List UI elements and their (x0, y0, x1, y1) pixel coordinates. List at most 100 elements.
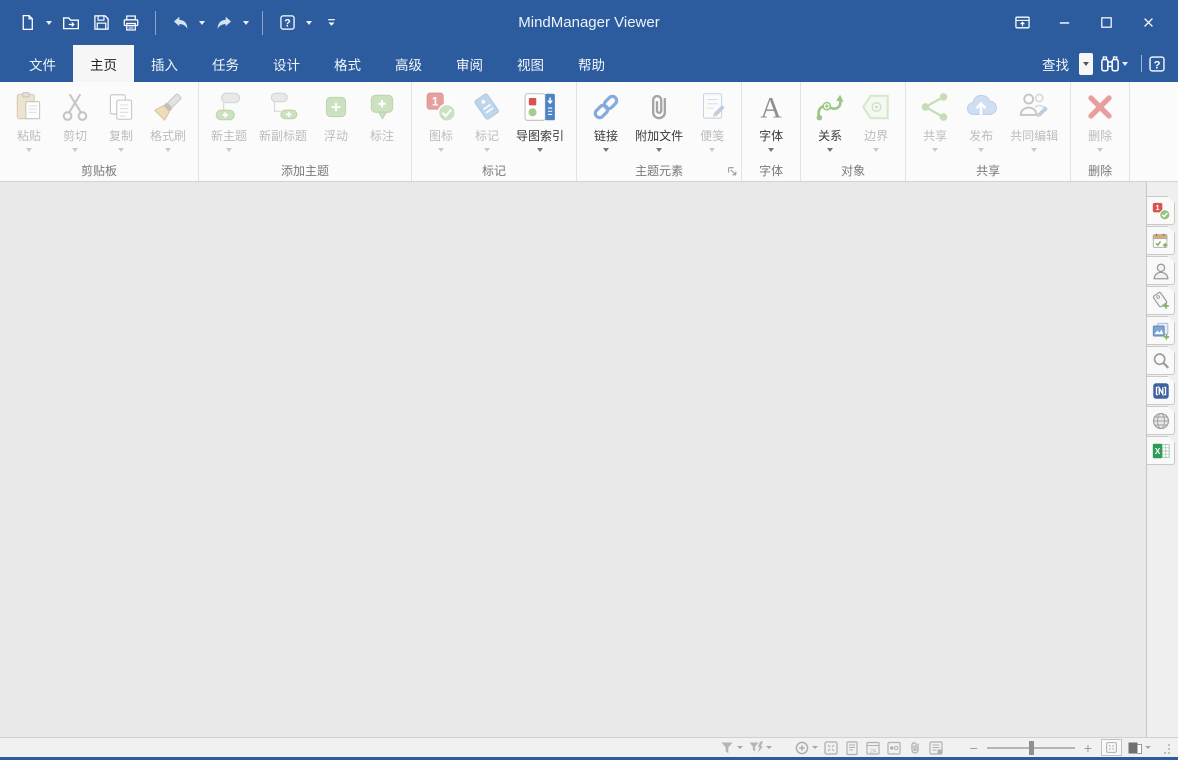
co-editing-button[interactable]: 共同编辑 (1004, 88, 1064, 154)
tab-insert[interactable]: 插入 (134, 45, 195, 82)
chevron-down-icon (1083, 62, 1089, 66)
tab-review[interactable]: 审阅 (439, 45, 500, 82)
resize-grip-icon (1156, 740, 1172, 756)
pane-tab-search[interactable] (1147, 346, 1175, 375)
maximize-button[interactable] (1092, 10, 1120, 36)
copy-button[interactable]: 复制 (98, 88, 144, 154)
share-button[interactable]: 共享 (912, 88, 958, 154)
format-painter-button[interactable]: 格式刷 (144, 88, 192, 154)
open-file-button[interactable] (58, 10, 84, 36)
resize-grip[interactable] (1156, 740, 1172, 756)
floating-topic-button[interactable]: 浮动 (313, 88, 359, 154)
topic-filter-button[interactable] (719, 740, 743, 756)
pane-tab-notes-n[interactable] (1147, 376, 1175, 405)
icons-button[interactable]: 图标 (418, 88, 464, 154)
pane-tab-excel[interactable] (1147, 436, 1175, 465)
map-canvas[interactable] (0, 182, 1146, 737)
new-document-dropdown-icon[interactable] (46, 21, 52, 25)
help-icon (1148, 55, 1166, 73)
publish-button[interactable]: 发布 (958, 88, 1004, 154)
fit-map-view-button[interactable] (823, 740, 839, 756)
tab-home[interactable]: 主页 (73, 45, 134, 82)
relationship-icon (813, 90, 847, 124)
toolbar-separator (155, 11, 156, 35)
pane-tab-icon-markers[interactable] (1147, 196, 1175, 225)
customize-toolbar-button[interactable] (318, 10, 344, 36)
find-binoculars-button[interactable] (1100, 54, 1130, 74)
zoom-out-button[interactable]: − (966, 741, 982, 755)
dialog-launcher-icon[interactable] (727, 166, 738, 177)
new-document-button[interactable] (14, 10, 40, 36)
tab-help[interactable]: 帮助 (561, 45, 622, 82)
zoom-in-button[interactable]: + (1080, 741, 1096, 755)
undo-button[interactable] (167, 10, 193, 36)
dropdown-caret-icon (438, 148, 444, 152)
attach-file-button[interactable]: 附加文件 (629, 88, 689, 154)
tab-file[interactable]: 文件 (12, 45, 73, 82)
relationship-button[interactable]: 关系 (807, 88, 853, 154)
new-topic-button[interactable]: 新主题 (205, 88, 253, 154)
images-icon (1151, 321, 1171, 341)
quick-access-toolbar (0, 10, 344, 36)
ribbon-tab-bar: 文件 主页 插入 任务 设计 格式 高级 审阅 视图 帮助 查找 (0, 45, 1178, 82)
font-button[interactable]: 字体 (748, 88, 794, 154)
map-index-button[interactable]: 导图索引 (510, 88, 570, 154)
fit-map-button[interactable] (1101, 739, 1122, 756)
fit-map-icon (823, 740, 839, 756)
find-dropdown-icon[interactable] (1122, 62, 1128, 66)
pane-tab-images[interactable] (1147, 316, 1175, 345)
boundary-button[interactable]: 边界 (853, 88, 899, 154)
redo-button[interactable] (211, 10, 237, 36)
pane-tab-task-info[interactable] (1147, 226, 1175, 255)
find-label[interactable]: 查找 (1032, 45, 1079, 82)
attachments-view-button[interactable] (907, 740, 923, 756)
slides-view-button[interactable] (928, 740, 944, 756)
window-controls (1008, 10, 1178, 36)
dropdown-caret-icon (656, 148, 662, 152)
pane-tab-tags[interactable] (1147, 286, 1175, 315)
pane-tab-resources[interactable] (1147, 256, 1175, 285)
minimize-button[interactable] (1050, 10, 1078, 36)
search-dropdown-button[interactable] (1079, 53, 1093, 75)
outline-view-button[interactable] (844, 740, 860, 756)
callout-button[interactable]: 标注 (359, 88, 405, 154)
redo-dropdown-icon[interactable] (243, 21, 249, 25)
paste-button[interactable]: 粘贴 (6, 88, 52, 154)
excel-icon (1151, 441, 1171, 461)
undo-dropdown-icon[interactable] (199, 21, 205, 25)
notes-button[interactable]: 便笺 (689, 88, 735, 154)
tab-view[interactable]: 视图 (500, 45, 561, 82)
zoom-slider[interactable] (987, 747, 1075, 749)
help-button[interactable] (274, 10, 300, 36)
help-dropdown-icon[interactable] (306, 21, 312, 25)
tags-button[interactable]: 标记 (464, 88, 510, 154)
tab-advanced[interactable]: 高级 (378, 45, 439, 82)
tab-task[interactable]: 任务 (195, 45, 256, 82)
schedule-view-button[interactable] (865, 740, 881, 756)
tab-design[interactable]: 设计 (256, 45, 317, 82)
print-button[interactable] (118, 10, 144, 36)
zoom-slider-thumb[interactable] (1029, 741, 1034, 755)
pane-tab-web[interactable] (1147, 406, 1175, 435)
status-bar: − + (0, 737, 1178, 757)
cut-button[interactable]: 剪切 (52, 88, 98, 154)
globe-icon (1151, 411, 1171, 431)
close-button[interactable] (1134, 10, 1162, 36)
group-label-topic-elements: 主题元素 (583, 160, 735, 181)
title-bar: MindManager Viewer (0, 0, 1178, 45)
icons-view-button[interactable] (886, 740, 902, 756)
delete-button[interactable]: 删除 (1077, 88, 1123, 154)
notes-icon (695, 90, 729, 124)
power-filter-button[interactable] (748, 740, 772, 756)
co-editing-icon (1017, 90, 1051, 124)
focus-topic-button[interactable] (794, 740, 818, 756)
tab-format[interactable]: 格式 (317, 45, 378, 82)
ribbon-help-button[interactable] (1148, 55, 1166, 73)
icons-view-icon (886, 740, 902, 756)
tag-icon (470, 90, 504, 124)
view-switch-button[interactable] (1127, 740, 1151, 756)
save-button[interactable] (88, 10, 114, 36)
ribbon-display-options-button[interactable] (1008, 10, 1036, 36)
link-button[interactable]: 链接 (583, 88, 629, 154)
new-subtopic-button[interactable]: 新副标题 (253, 88, 313, 154)
